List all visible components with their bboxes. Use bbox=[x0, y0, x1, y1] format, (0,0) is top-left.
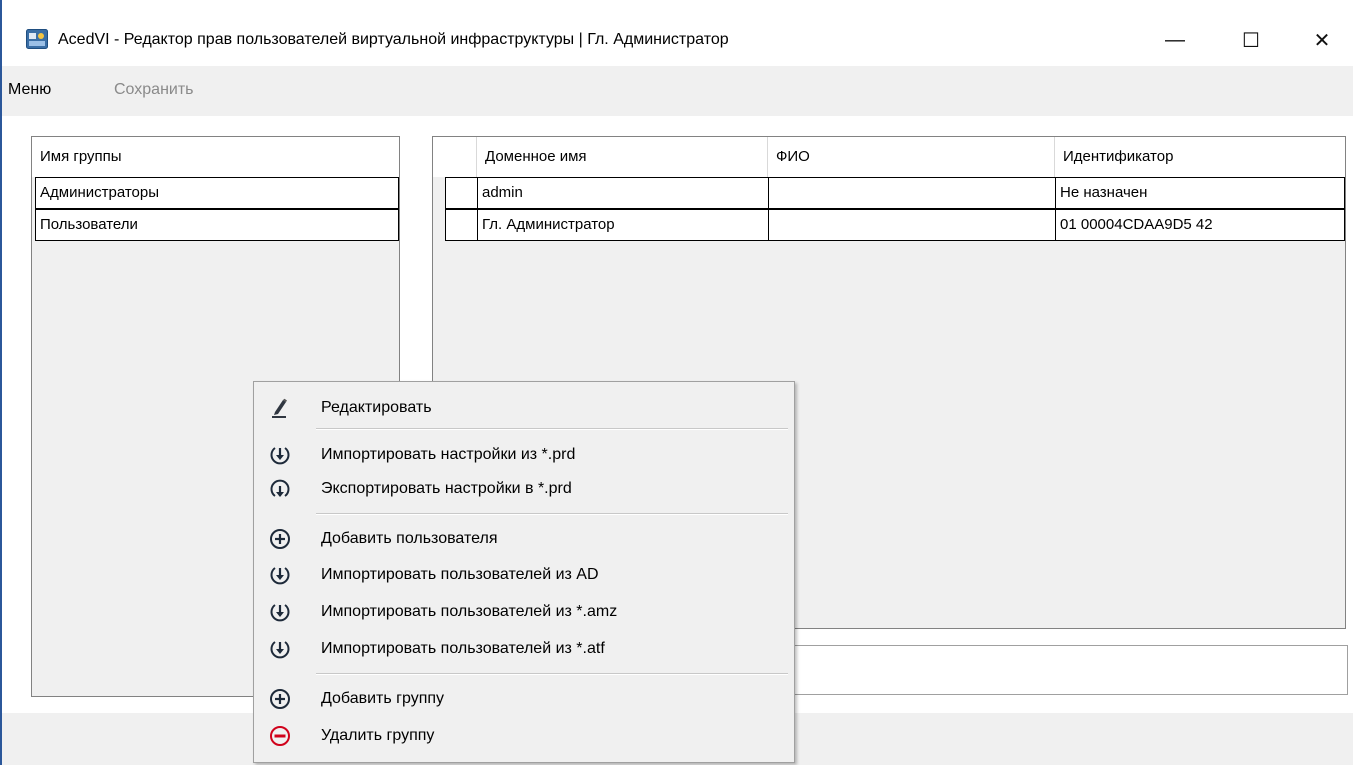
group-name-cell[interactable]: Пользователи bbox=[36, 210, 398, 240]
minimize-icon: — bbox=[1165, 28, 1185, 51]
menu-bar: Меню Сохранить bbox=[2, 66, 1353, 116]
title-bar[interactable]: AcedVI - Редактор прав пользователей вир… bbox=[2, 0, 1353, 66]
context-menu-label: Добавить группу bbox=[321, 690, 445, 707]
context-menu-label: Импортировать пользователей из *.amz bbox=[321, 603, 618, 620]
export-icon bbox=[270, 479, 290, 497]
context-menu-item-delete-group[interactable]: Удалить группу bbox=[255, 720, 793, 752]
add-icon bbox=[270, 529, 290, 549]
column-header-identifier[interactable]: Идентификатор bbox=[1055, 137, 1345, 177]
context-menu-label: Импортировать пользователей из *.atf bbox=[321, 640, 605, 657]
window-title: AcedVI - Редактор прав пользователей вир… bbox=[58, 31, 729, 48]
domain-name-cell[interactable]: admin bbox=[478, 178, 769, 208]
groups-grid-header: Имя группы bbox=[32, 137, 399, 177]
menu-main[interactable]: Меню bbox=[8, 80, 51, 100]
row-header-cell[interactable] bbox=[446, 210, 478, 240]
context-menu-label: Удалить группу bbox=[321, 727, 435, 744]
full-name-cell[interactable] bbox=[769, 178, 1056, 208]
column-header-full-name[interactable]: ФИО bbox=[768, 137, 1055, 177]
pencil-icon bbox=[272, 398, 287, 418]
import-icon bbox=[270, 567, 290, 585]
row-header-corner bbox=[433, 137, 477, 177]
maximize-button[interactable]: ☐ bbox=[1228, 20, 1274, 60]
users-grid-header: Доменное имя ФИО Идентификатор bbox=[433, 137, 1345, 177]
import-icon bbox=[270, 604, 290, 622]
context-menu-label: Редактировать bbox=[321, 399, 432, 416]
maximize-icon: ☐ bbox=[1242, 29, 1260, 52]
identifier-cell[interactable]: Не назначен bbox=[1056, 178, 1344, 208]
table-row[interactable]: Пользователи bbox=[35, 209, 399, 241]
import-icon bbox=[270, 447, 290, 465]
menu-separator bbox=[316, 673, 788, 675]
domain-name-cell[interactable]: Гл. Администратор bbox=[478, 210, 769, 240]
table-row[interactable]: Администраторы bbox=[35, 177, 399, 209]
column-header-domain-name[interactable]: Доменное имя bbox=[477, 137, 768, 177]
context-menu-label: Экспортировать настройки в *.prd bbox=[321, 480, 572, 497]
context-menu-item-import-users-ad[interactable]: Импортировать пользователей из AD bbox=[255, 559, 793, 591]
close-icon: ✕ bbox=[1313, 29, 1331, 52]
minimize-button[interactable]: — bbox=[1152, 20, 1198, 60]
import-icon bbox=[270, 641, 290, 659]
identifier-cell[interactable]: 01 00004CDAA9D5 42 bbox=[1056, 210, 1344, 240]
details-textbox[interactable] bbox=[790, 645, 1348, 695]
menu-separator bbox=[316, 428, 788, 430]
table-row[interactable]: Гл. Администратор 01 00004CDAA9D5 42 bbox=[445, 209, 1345, 241]
context-menu: Редактировать Импортировать настройки из… bbox=[253, 381, 795, 763]
menu-separator bbox=[316, 513, 788, 515]
context-menu-item-import-settings[interactable]: Импортировать настройки из *.prd bbox=[255, 439, 793, 471]
menu-save[interactable]: Сохранить bbox=[114, 80, 194, 100]
table-row[interactable]: admin Не назначен bbox=[445, 177, 1345, 209]
context-menu-label: Добавить пользователя bbox=[321, 530, 498, 547]
full-name-cell[interactable] bbox=[769, 210, 1056, 240]
group-name-cell[interactable]: Администраторы bbox=[36, 178, 398, 208]
add-icon bbox=[270, 689, 290, 709]
context-menu-item-edit[interactable]: Редактировать bbox=[255, 392, 793, 424]
context-menu-label: Импортировать пользователей из AD bbox=[321, 566, 599, 583]
context-menu-item-export-settings[interactable]: Экспортировать настройки в *.prd bbox=[255, 473, 793, 505]
context-menu-item-add-user[interactable]: Добавить пользователя bbox=[255, 523, 793, 555]
context-menu-item-import-users-atf[interactable]: Импортировать пользователей из *.atf bbox=[255, 633, 793, 665]
context-menu-label: Импортировать настройки из *.prd bbox=[321, 446, 576, 463]
remove-icon bbox=[270, 726, 290, 746]
context-menu-item-add-group[interactable]: Добавить группу bbox=[255, 683, 793, 715]
app-icon bbox=[26, 29, 48, 49]
column-header-group-name[interactable]: Имя группы bbox=[32, 137, 399, 177]
row-header-cell[interactable] bbox=[446, 178, 478, 208]
close-button[interactable]: ✕ bbox=[1299, 20, 1345, 60]
context-menu-item-import-users-amz[interactable]: Импортировать пользователей из *.amz bbox=[255, 596, 793, 628]
